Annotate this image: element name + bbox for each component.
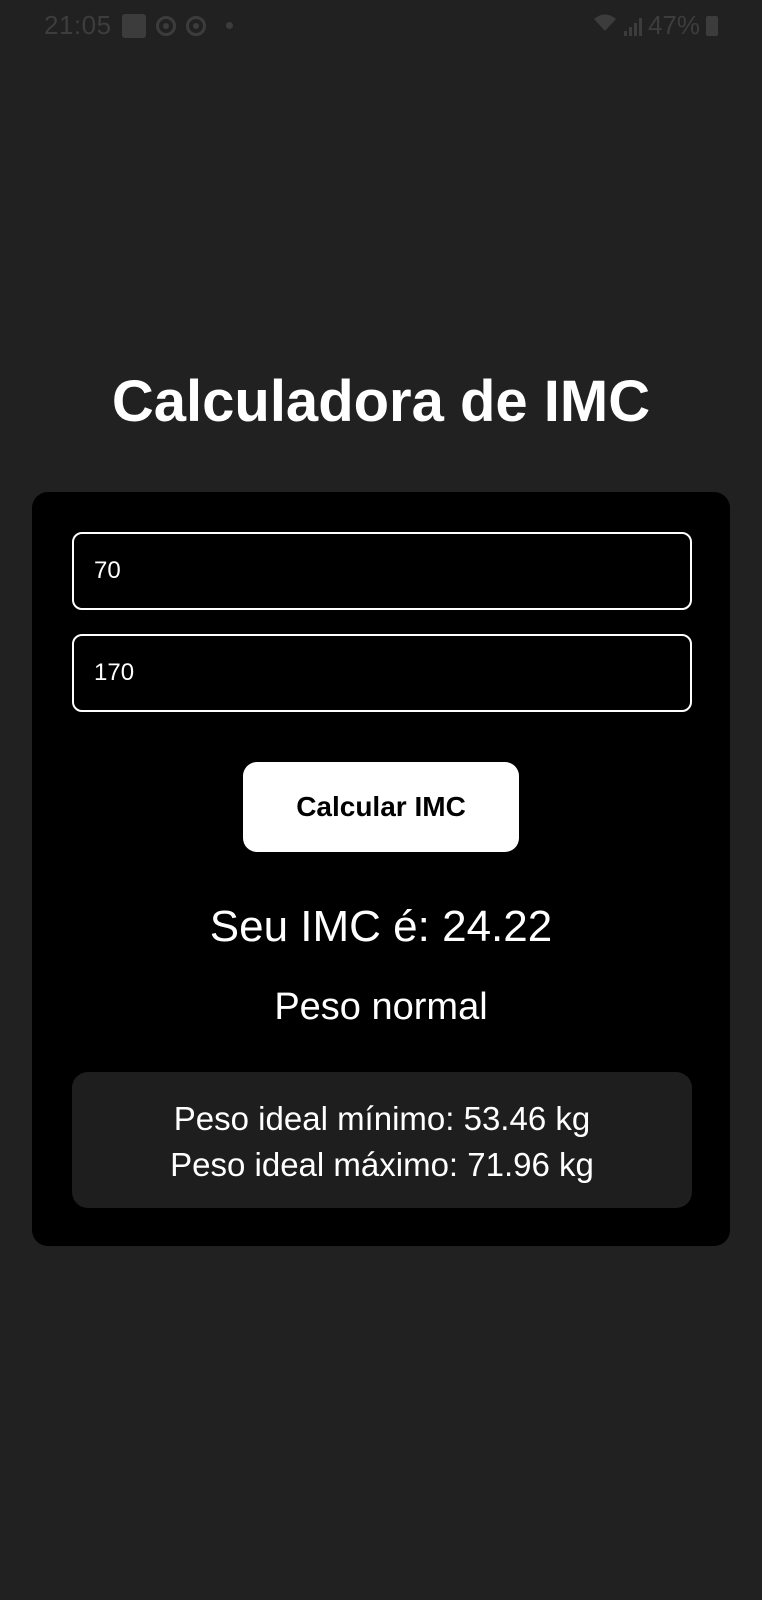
- battery-icon: [706, 15, 718, 36]
- bmi-category: Peso normal: [274, 986, 488, 1028]
- chrome-icon: [185, 15, 206, 36]
- status-time: 21:05: [44, 10, 112, 40]
- gallery-icon: [121, 13, 146, 38]
- bmi-result: Seu IMC é: 24.22: [209, 902, 553, 951]
- wifi-icon: [592, 13, 618, 39]
- ideal-weight-min: Peso ideal mínimo: 53.46 kg: [173, 1100, 591, 1137]
- weight-input[interactable]: [72, 532, 692, 610]
- status-bar: 21:05 47%: [0, 0, 762, 52]
- ideal-weight-box: Peso ideal mínimo: 53.46 kg Peso ideal m…: [72, 1072, 692, 1208]
- calculate-button[interactable]: Calcular IMC: [243, 762, 519, 852]
- height-input[interactable]: [72, 634, 692, 712]
- battery-percentage: 47%: [647, 10, 700, 40]
- status-right: 47%: [592, 10, 718, 41]
- calculator-card: Calcular IMC Seu IMC é: 24.22 Peso norma…: [32, 492, 730, 1246]
- page-title: Calculadora de IMC: [111, 369, 651, 434]
- ideal-weight-max: Peso ideal máximo: 71.96 kg: [170, 1146, 594, 1183]
- signal-icon: [623, 16, 642, 36]
- dot-icon: [225, 22, 233, 29]
- chrome-icon: [155, 15, 176, 36]
- status-left: 21:05: [44, 10, 233, 41]
